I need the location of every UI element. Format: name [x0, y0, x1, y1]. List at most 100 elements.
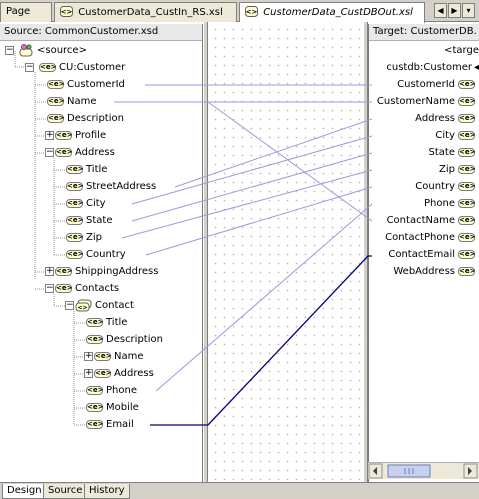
tree-node-target-customerid[interactable]: CustomerId <e>: [397, 76, 479, 93]
node-label: State: [428, 147, 455, 158]
collapse-icon[interactable]: −: [25, 63, 34, 72]
expand-icon[interactable]: +: [45, 131, 54, 140]
editor-tab-bar: Page <> CustomerData_CustIn_RS.xsl <> Cu…: [0, 0, 479, 23]
tree-node-customerid[interactable]: <e> CustomerId: [47, 76, 125, 93]
tab-next-button[interactable]: ▶: [448, 3, 461, 18]
node-label: Address: [114, 368, 154, 379]
tree-node-mobile[interactable]: <e> Mobile: [86, 399, 139, 416]
node-label: ContactPhone: [385, 232, 455, 243]
tab-prev-button[interactable]: ◀: [434, 3, 447, 18]
mapping-canvas[interactable]: [208, 22, 363, 482]
element-icon: <e>: [458, 165, 476, 174]
node-label: ContactEmail: [388, 249, 455, 260]
expand-icon[interactable]: +: [84, 369, 93, 378]
element-icon: <e>: [86, 318, 104, 327]
tree-node-target-contactname[interactable]: ContactName <e>: [387, 212, 479, 229]
chevron-down-icon: ▾: [466, 6, 471, 15]
tab-page[interactable]: Page: [0, 2, 52, 22]
tree-node-target-address[interactable]: Address <e>: [415, 110, 479, 127]
tab-history[interactable]: History: [84, 484, 130, 499]
tree-node-target-city[interactable]: City <e>: [435, 127, 479, 144]
element-icon: <e>: [458, 267, 476, 276]
element-icon: <e>: [458, 80, 476, 89]
svg-text:<>: <>: [246, 8, 258, 16]
node-label: ContactName: [386, 215, 455, 226]
tree-node-contacts[interactable]: − <e> Contacts: [45, 280, 119, 297]
tree-root-source[interactable]: − <source>: [5, 42, 87, 59]
tree-node-target-contactemail[interactable]: ContactEmail <e>: [388, 246, 479, 263]
element-icon: <e>: [86, 386, 104, 395]
tree-node-contact[interactable]: − <> Contact: [65, 297, 134, 314]
tab-label: Page: [6, 6, 31, 17]
tree-node-cu-customer[interactable]: − <e> CU:Customer: [25, 59, 125, 76]
tree-node-target-customername[interactable]: CustomerName <e>: [377, 93, 479, 110]
tab-design[interactable]: Design: [2, 484, 47, 499]
node-label: CustomerName: [376, 96, 455, 107]
node-label: Country: [86, 249, 126, 260]
source-panel-header: Source: CommonCustomer.xsd: [0, 24, 202, 41]
tree-node-contact-description[interactable]: <e> Description: [86, 331, 163, 348]
tree-node-target-zip[interactable]: Zip <e>: [439, 161, 479, 178]
expand-icon[interactable]: +: [84, 352, 93, 361]
element-icon: <e>: [458, 131, 476, 140]
view-tab-bar: Design Source History: [0, 482, 479, 499]
tab-customerdata-custdbout[interactable]: <> CustomerData_CustDBOut.xsl: [239, 2, 425, 23]
element-icon: <e>: [55, 148, 73, 157]
element-icon: <e>: [55, 131, 73, 140]
element-icon: <e>: [55, 284, 73, 293]
tree-node-target-phone[interactable]: Phone <e>: [424, 195, 479, 212]
tree-node-profile[interactable]: + <e> Profile: [45, 127, 106, 144]
collapse-icon[interactable]: −: [45, 284, 54, 293]
tree-node-email[interactable]: <e> Email: [86, 416, 134, 433]
tree-node-target-country[interactable]: Country <e>: [415, 178, 479, 195]
tree-node-address-title[interactable]: <e> Title: [66, 161, 107, 178]
node-label: Zip: [86, 232, 102, 243]
element-icon: <e>: [66, 233, 84, 242]
tree-node-shippingaddress[interactable]: + <e> ShippingAddress: [45, 263, 158, 280]
tree-node-custdb-customer[interactable]: custdb:Customer ◂: [386, 59, 479, 76]
tree-node-contact-name[interactable]: + <e> Name: [84, 348, 144, 365]
tree-node-name[interactable]: <e> Name: [47, 93, 97, 110]
tree-root-target[interactable]: <targe: [444, 42, 479, 59]
tree-node-state[interactable]: <e> State: [66, 212, 112, 229]
tree-node-contact-title[interactable]: <e> Title: [86, 314, 127, 331]
node-label: City: [435, 130, 455, 141]
node-label: Phone: [106, 385, 137, 396]
tree-node-country[interactable]: <e> Country: [66, 246, 126, 263]
tree-node-streetaddress[interactable]: <e> StreetAddress: [66, 178, 156, 195]
tree-node-target-contactphone[interactable]: ContactPhone <e>: [385, 229, 479, 246]
element-icon: <e>: [47, 97, 65, 106]
node-label: WebAddress: [393, 266, 455, 277]
tree-node-zip[interactable]: <e> Zip: [66, 229, 102, 246]
collapse-icon[interactable]: −: [45, 148, 54, 157]
tree-node-target-state[interactable]: State <e>: [429, 144, 479, 161]
tree-node-phone[interactable]: <e> Phone: [86, 382, 137, 399]
collapse-icon[interactable]: −: [65, 301, 74, 310]
tree-node-address[interactable]: − <e> Address: [45, 144, 115, 161]
xsl-file-icon: <>: [60, 6, 73, 17]
node-label: CustomerId: [397, 79, 455, 90]
tree-node-description[interactable]: <e> Description: [47, 110, 124, 127]
tab-customerdata-custin[interactable]: <> CustomerData_CustIn_RS.xsl: [54, 2, 237, 22]
tree-node-city[interactable]: <e> City: [66, 195, 106, 212]
node-label: Title: [106, 317, 128, 328]
tree-node-target-webaddress[interactable]: WebAddress <e>: [393, 263, 479, 280]
target-horizontal-scrollbar[interactable]: [368, 462, 479, 479]
node-label: Profile: [75, 130, 107, 141]
collapse-icon[interactable]: −: [5, 46, 14, 55]
node-label: Address: [415, 113, 455, 124]
node-label: custdb:Customer: [386, 62, 472, 73]
expand-icon[interactable]: +: [45, 267, 54, 276]
tab-label: History: [89, 485, 125, 496]
element-icon: <e>: [55, 267, 73, 276]
element-icon: <e>: [86, 420, 104, 429]
element-icon: <e>: [458, 199, 476, 208]
node-label: Description: [67, 113, 124, 124]
tab-source[interactable]: Source: [43, 484, 88, 499]
tree-node-contact-address[interactable]: + <e> Address: [84, 365, 154, 382]
element-icon: <e>: [458, 216, 476, 225]
tab-list-button[interactable]: ▾: [462, 3, 475, 18]
node-label: Name: [67, 96, 97, 107]
source-tree-panel: Source: CommonCustomer.xsd − <source> − …: [0, 24, 203, 482]
node-label: Country: [415, 181, 455, 192]
